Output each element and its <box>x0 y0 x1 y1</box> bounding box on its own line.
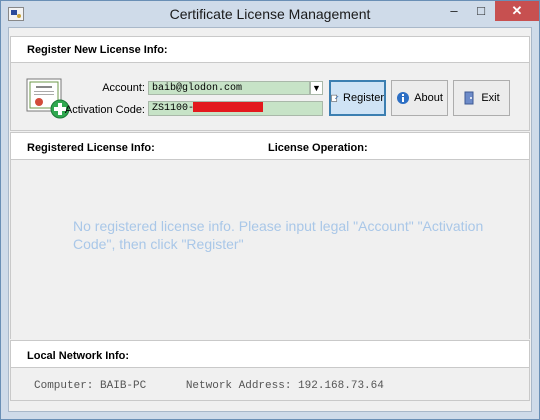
register-heading: Register New License Info: <box>27 44 168 56</box>
register-button[interactable]: Register <box>329 80 386 116</box>
network-status: Computer: BAIB-PC Network Address: 192.1… <box>34 380 384 392</box>
register-section-header: Register New License Info: <box>10 36 530 63</box>
registered-section-header: Registered License Info: License Operati… <box>10 132 530 160</box>
exit-button-label: Exit <box>481 92 500 104</box>
empty-license-message: No registered license info. Please input… <box>73 218 484 252</box>
minimize-button[interactable]: – <box>441 1 467 21</box>
redaction-bar <box>193 102 264 113</box>
title-bar[interactable]: Certificate License Management – □ ✕ <box>1 1 539 28</box>
network-heading: Local Network Info: <box>27 350 130 362</box>
register-icon <box>331 94 339 102</box>
activation-code-input[interactable]: ZS1100- <box>148 101 323 116</box>
maximize-button[interactable]: □ <box>468 1 494 21</box>
close-button[interactable]: ✕ <box>495 1 539 21</box>
registered-heading: Registered License Info: <box>27 142 155 154</box>
account-select[interactable]: baib@glodon.com <box>148 81 310 95</box>
exit-door-icon <box>464 91 474 105</box>
activation-code-value: ZS1100- <box>152 103 195 114</box>
chevron-down-icon[interactable]: ▼ <box>310 81 323 95</box>
license-operation-heading: License Operation: <box>268 142 368 154</box>
about-button[interactable]: About <box>391 80 448 116</box>
register-panel <box>10 63 530 131</box>
account-label: Account: <box>102 82 145 94</box>
about-button-label: About <box>414 92 443 104</box>
info-icon <box>397 92 410 104</box>
exit-button[interactable]: Exit <box>453 80 510 116</box>
activation-code-label: Activation Code: <box>64 104 145 116</box>
network-section-header: Local Network Info: <box>10 340 530 368</box>
register-button-label: Register <box>343 92 384 104</box>
